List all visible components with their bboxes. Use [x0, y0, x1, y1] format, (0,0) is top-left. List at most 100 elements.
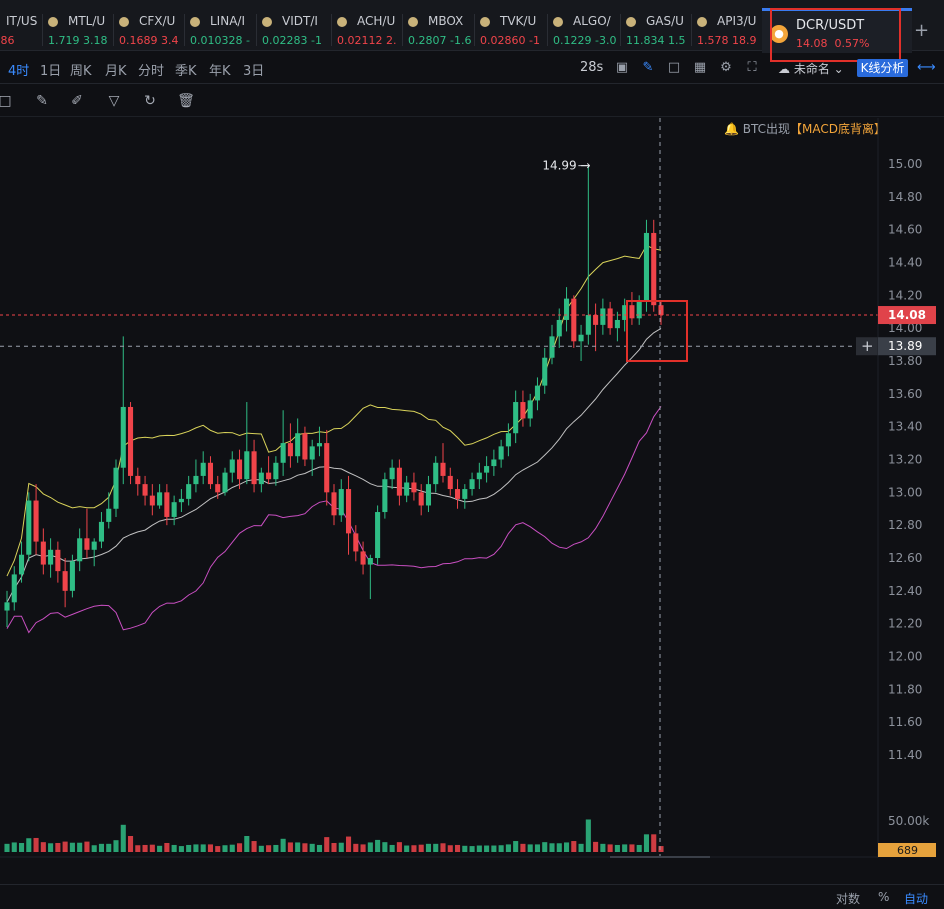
candle-body: [534, 385, 541, 401]
candle-body: [149, 495, 155, 506]
filter-icon[interactable]: ▽: [105, 92, 123, 110]
camera-icon[interactable]: ▣: [614, 60, 630, 76]
candle-body: [593, 315, 599, 325]
candle-body: [48, 549, 54, 565]
kline-analysis-button[interactable]: K线分析: [857, 59, 908, 77]
coin-icon: [408, 17, 418, 27]
volume-bar: [578, 843, 584, 852]
timeframe-5[interactable]: 季K: [175, 60, 197, 79]
timeframe-6[interactable]: 年K: [209, 60, 231, 79]
layout-icon[interactable]: ▦: [692, 60, 708, 76]
note-icon[interactable]: □: [666, 60, 682, 76]
trash-icon[interactable]: 🗑: [177, 92, 195, 110]
ticker-symbol: MBOX: [428, 14, 464, 28]
add-tab-button[interactable]: +: [914, 20, 929, 41]
price-tick-label: 12.80: [888, 518, 922, 532]
price-chart[interactable]: +14.99 → 15.0014.8014.6014.4014.2014.001…: [0, 118, 944, 858]
candle-body: [127, 406, 134, 476]
volume-bar: [360, 844, 366, 852]
timeframe-0[interactable]: 4时: [8, 60, 29, 79]
volume-bar: [164, 843, 170, 852]
volume-bar: [91, 845, 97, 852]
chart-bottom-bar: 对数 % 自动: [0, 884, 944, 909]
candle-body: [651, 232, 657, 306]
candle-body: [171, 502, 177, 517]
candle-body: [491, 459, 497, 467]
volume-bar: [193, 844, 199, 852]
candle-body: [331, 492, 337, 516]
layout-name-dropdown[interactable]: ☁ 未命名 ⌄: [778, 60, 844, 77]
candle-body: [215, 484, 221, 493]
timeframe-7[interactable]: 3日: [243, 60, 264, 79]
bookmark-icon[interactable]: □: [0, 92, 14, 110]
candle-body: [484, 466, 490, 473]
high-marker-label: 14.99 →: [542, 159, 590, 173]
candle-body: [520, 402, 526, 419]
percent-scale-toggle[interactable]: %: [878, 890, 889, 904]
candle-body: [40, 541, 46, 565]
coin-icon: [119, 17, 129, 27]
cloud-icon: ☁: [778, 62, 790, 76]
candle-body: [556, 319, 562, 337]
volume-bar: [316, 844, 323, 852]
candle-body: [578, 334, 584, 342]
timeframe-4[interactable]: 分时: [138, 60, 164, 79]
volume-bar: [222, 845, 228, 852]
volume-bar: [215, 846, 221, 852]
timeframe-3[interactable]: 月K: [105, 60, 127, 79]
gear-icon[interactable]: ⚙: [718, 60, 734, 76]
candle-body: [345, 489, 352, 534]
draw-brush-icon[interactable]: ✐: [68, 92, 86, 110]
log-scale-toggle[interactable]: 对数: [836, 890, 860, 907]
coin-icon: [626, 17, 636, 27]
price-tick-label: 11.40: [888, 748, 922, 762]
sync-icon[interactable]: ↻: [141, 92, 159, 110]
candle-body: [11, 574, 17, 603]
volume-bar: [556, 843, 562, 852]
ticker-price: 0.2807 -1.6: [408, 34, 472, 47]
candle-body: [186, 484, 192, 499]
candle-body: [106, 508, 112, 522]
volume-bar: [469, 846, 475, 852]
volume-bar: [433, 843, 439, 852]
pen-icon[interactable]: ✎: [640, 60, 656, 76]
plus-icon: +: [861, 337, 874, 355]
auto-scale-toggle[interactable]: 自动: [904, 890, 928, 907]
volume-bar: [273, 844, 279, 852]
candle-body: [411, 482, 417, 493]
volume-bar: [55, 843, 61, 852]
candle-body: [382, 479, 388, 513]
candle-body: [207, 462, 214, 485]
ticker-symbol: IT/US: [6, 14, 38, 28]
candle-body: [142, 484, 148, 496]
candle-body: [469, 479, 475, 490]
coin-icon: [480, 17, 490, 27]
volume-bar: [98, 843, 105, 852]
volume-bar: [18, 843, 25, 852]
ticker-symbol: CFX/U: [139, 14, 176, 28]
price-tick-label: 14.60: [888, 223, 922, 237]
candle-body: [287, 443, 293, 457]
ticker-symbol: TVK/U: [500, 14, 537, 28]
ticker-separator: [256, 14, 257, 46]
volume-bar: [302, 843, 308, 852]
ticker-symbol: MTL/U: [68, 14, 106, 28]
fullscreen-icon[interactable]: ⛶: [744, 60, 760, 76]
volume-bar: [62, 841, 68, 852]
volume-bar: [178, 846, 184, 852]
share-icon[interactable]: ⟷: [917, 60, 936, 76]
timeframe-2[interactable]: 周K: [70, 60, 92, 79]
candle-body: [91, 541, 97, 550]
candle-body: [527, 400, 533, 419]
volume-bar: [157, 845, 163, 852]
price-tick-label: 11.60: [888, 715, 922, 729]
edit-icon[interactable]: ✎: [33, 92, 51, 110]
candle-body: [55, 549, 61, 572]
candle-body: [33, 500, 39, 542]
candle-body: [571, 298, 577, 342]
volume-bar: [40, 842, 46, 852]
candle-body: [600, 308, 606, 325]
ticker-price: 0.02860 -1: [480, 34, 540, 47]
volume-bar: [513, 841, 519, 852]
timeframe-1[interactable]: 1日: [40, 60, 61, 79]
